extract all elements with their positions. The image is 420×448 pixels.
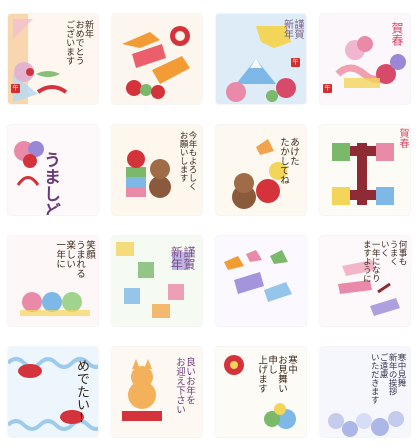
sticker-3-illustration bbox=[216, 14, 306, 104]
sticker-13-illustration bbox=[8, 347, 98, 437]
sticker-tile-11[interactable] bbox=[216, 236, 306, 326]
sticker-14-illustration bbox=[112, 347, 202, 437]
sticker-tile-9[interactable]: 笑顔 うまれる 楽しい 一年に bbox=[8, 236, 98, 326]
sticker-tile-8[interactable]: 賀春 bbox=[320, 125, 410, 215]
sticker-grid: 新年 おめでとう ございます 午 謹賀 新年 午 賀春 午 うましどし 今年もよ… bbox=[8, 14, 412, 438]
sticker-4-illustration bbox=[320, 14, 410, 104]
sticker-tile-1[interactable]: 新年 おめでとう ございます 午 bbox=[8, 14, 98, 104]
sticker-tile-15[interactable]: 寒中 お見舞い 申し 上げます bbox=[216, 347, 306, 437]
sticker-tile-14[interactable]: 良いお年を お迎え下さい bbox=[112, 347, 202, 437]
sticker-tile-13[interactable]: めでたい! bbox=[8, 347, 98, 437]
sticker-tile-5[interactable]: うましどし bbox=[8, 125, 98, 215]
sticker-tile-12[interactable]: 何事も うまく いく 一年になり ますように bbox=[320, 236, 410, 326]
sticker-9-illustration bbox=[8, 236, 98, 326]
sticker-6-illustration bbox=[112, 125, 202, 215]
sticker-16-illustration bbox=[320, 347, 410, 437]
sticker-sheet: 新年 おめでとう ございます 午 謹賀 新年 午 賀春 午 うましどし 今年もよ… bbox=[0, 0, 420, 448]
sticker-tile-10[interactable]: 謹賀 新年 bbox=[112, 236, 202, 326]
sticker-11-illustration bbox=[216, 236, 306, 326]
sticker-1-illustration bbox=[8, 14, 98, 104]
sticker-tile-16[interactable]: 寒中見舞 新年の挨拶 ご遠慮 いただきます bbox=[320, 347, 410, 437]
sticker-8-illustration bbox=[320, 125, 410, 215]
sticker-12-illustration bbox=[320, 236, 410, 326]
sticker-tile-2[interactable] bbox=[112, 14, 202, 104]
sticker-2-illustration bbox=[112, 14, 202, 104]
sticker-5-illustration bbox=[8, 125, 98, 215]
sticker-tile-7[interactable]: あけた たかしてね bbox=[216, 125, 306, 215]
sticker-tile-6[interactable]: 今年もよろしく お願いします bbox=[112, 125, 202, 215]
sticker-10-illustration bbox=[112, 236, 202, 326]
sticker-15-illustration bbox=[216, 347, 306, 437]
sticker-tile-3[interactable]: 謹賀 新年 午 bbox=[216, 14, 306, 104]
sticker-7-illustration bbox=[216, 125, 306, 215]
sticker-tile-4[interactable]: 賀春 午 bbox=[320, 14, 410, 104]
